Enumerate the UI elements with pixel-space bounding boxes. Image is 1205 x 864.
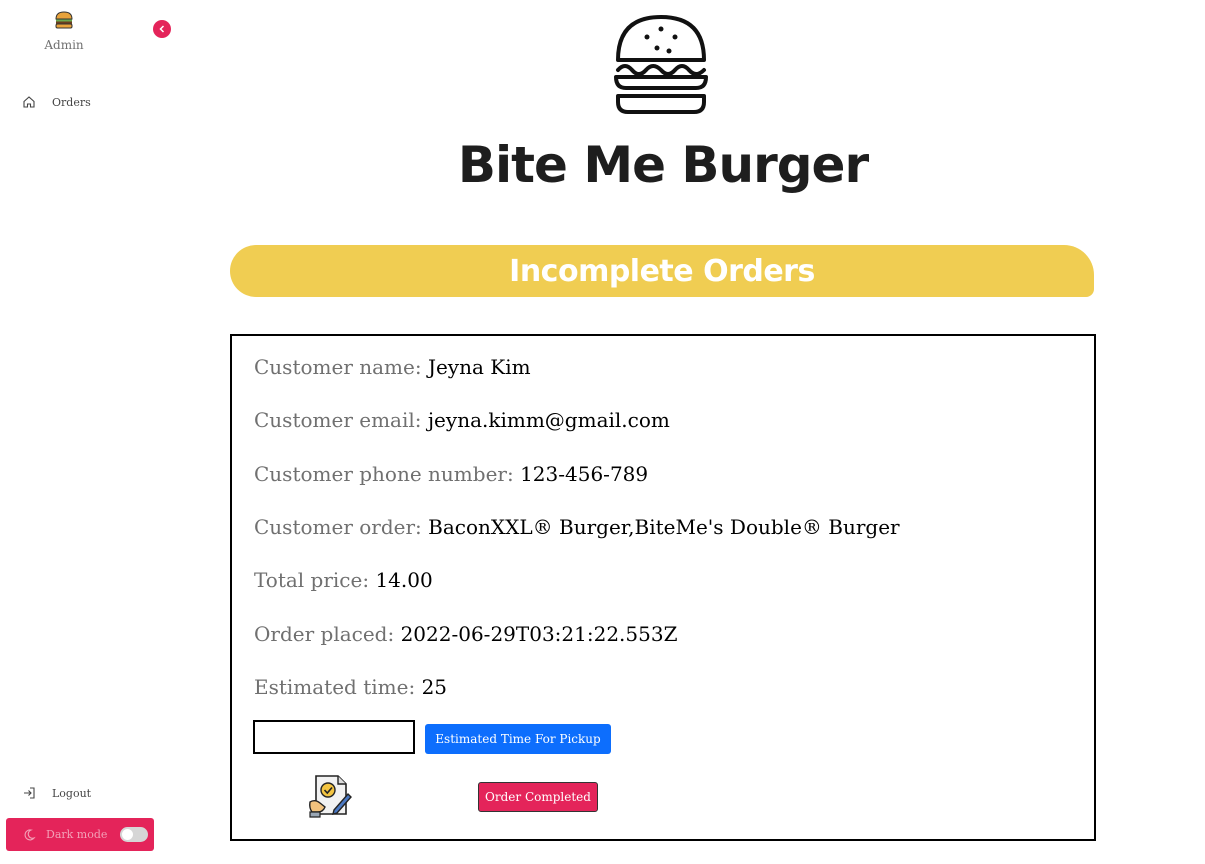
sidebar-item-label: Orders xyxy=(52,95,91,109)
collapse-sidebar-button[interactable] xyxy=(153,20,171,38)
estimated-time-label: Estimated time: xyxy=(254,675,416,699)
chevron-left-icon xyxy=(159,25,165,33)
customer-phone-value: 123-456-789 xyxy=(520,462,649,486)
dark-mode-switch[interactable] xyxy=(120,827,148,842)
brand: Admin xyxy=(36,10,92,52)
sidebar: Admin Orders Logout Dark mode xyxy=(0,0,180,864)
customer-order-row: Customer order: BaconXXL® Burger,BiteMe'… xyxy=(254,515,900,539)
customer-order-value: BaconXXL® Burger,BiteMe's Double® Burger xyxy=(428,515,900,539)
customer-email-row: Customer email: jeyna.kimm@gmail.com xyxy=(254,408,670,432)
burger-logo-icon xyxy=(55,11,73,29)
customer-email-label: Customer email: xyxy=(254,408,422,432)
logout-icon xyxy=(24,787,35,799)
brand-name: Admin xyxy=(44,38,84,52)
total-price-value: 14.00 xyxy=(375,568,433,592)
customer-order-label: Customer order: xyxy=(254,515,422,539)
customer-email-value: jeyna.kimm@gmail.com xyxy=(427,408,670,432)
estimated-time-row: Estimated time: 25 xyxy=(254,675,447,699)
estimated-time-input[interactable] xyxy=(253,720,415,754)
customer-name-value: Jeyna Kim xyxy=(427,355,531,379)
home-icon xyxy=(23,96,35,108)
site-title: Bite Me Burger xyxy=(457,136,869,194)
moon-icon xyxy=(24,828,36,840)
total-price-row: Total price: 14.00 xyxy=(254,568,433,592)
burger-logo-icon xyxy=(614,15,708,114)
dark-mode-label: Dark mode xyxy=(46,828,108,841)
order-card: Customer name: Jeyna Kim Customer email:… xyxy=(230,334,1096,841)
order-placed-row: Order placed: 2022-06-29T03:21:22.553Z xyxy=(254,622,677,646)
estimated-time-button[interactable]: Estimated Time For Pickup xyxy=(425,724,611,754)
logout-label: Logout xyxy=(52,786,92,800)
order-placed-label: Order placed: xyxy=(254,622,395,646)
dark-mode-toggle[interactable]: Dark mode xyxy=(6,818,154,851)
customer-phone-row: Customer phone number: 123-456-789 xyxy=(254,462,648,486)
order-completed-button[interactable]: Order Completed xyxy=(478,782,598,812)
section-title: Incomplete Orders xyxy=(509,253,815,289)
estimated-time-value: 25 xyxy=(421,675,448,699)
customer-name-row: Customer name: Jeyna Kim xyxy=(254,355,531,379)
section-banner: Incomplete Orders xyxy=(230,245,1094,297)
customer-phone-label: Customer phone number: xyxy=(254,462,514,486)
sidebar-item-orders[interactable]: Orders xyxy=(22,95,91,109)
customer-name-label: Customer name: xyxy=(254,355,422,379)
logout-button[interactable]: Logout xyxy=(22,786,91,800)
order-placed-value: 2022-06-29T03:21:22.553Z xyxy=(400,622,678,646)
total-price-label: Total price: xyxy=(254,568,370,592)
order-checklist-icon[interactable] xyxy=(308,772,352,818)
